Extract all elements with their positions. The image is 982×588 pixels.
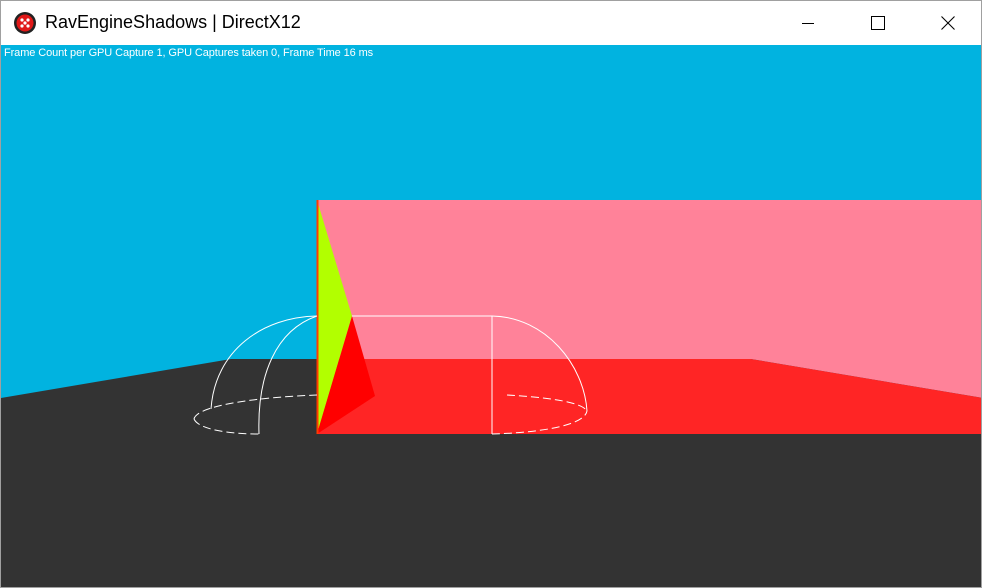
3d-scene [1,45,981,587]
title-bar[interactable]: RavEngineShadows | DirectX12 [1,1,981,45]
close-icon [941,16,955,30]
app-window: RavEngineShadows | DirectX12 Frame Count… [0,0,982,588]
close-button[interactable] [913,1,981,45]
red-dice-icon [14,12,36,34]
window-title: RavEngineShadows | DirectX12 [45,12,301,32]
render-viewport[interactable]: Frame Count per GPU Capture 1, GPU Captu… [1,45,981,587]
frame-stats-overlay: Frame Count per GPU Capture 1, GPU Captu… [4,47,374,59]
maximize-icon [871,16,885,30]
maximize-button[interactable] [843,1,913,45]
minimize-icon [802,23,814,24]
minimize-button[interactable] [773,1,843,45]
